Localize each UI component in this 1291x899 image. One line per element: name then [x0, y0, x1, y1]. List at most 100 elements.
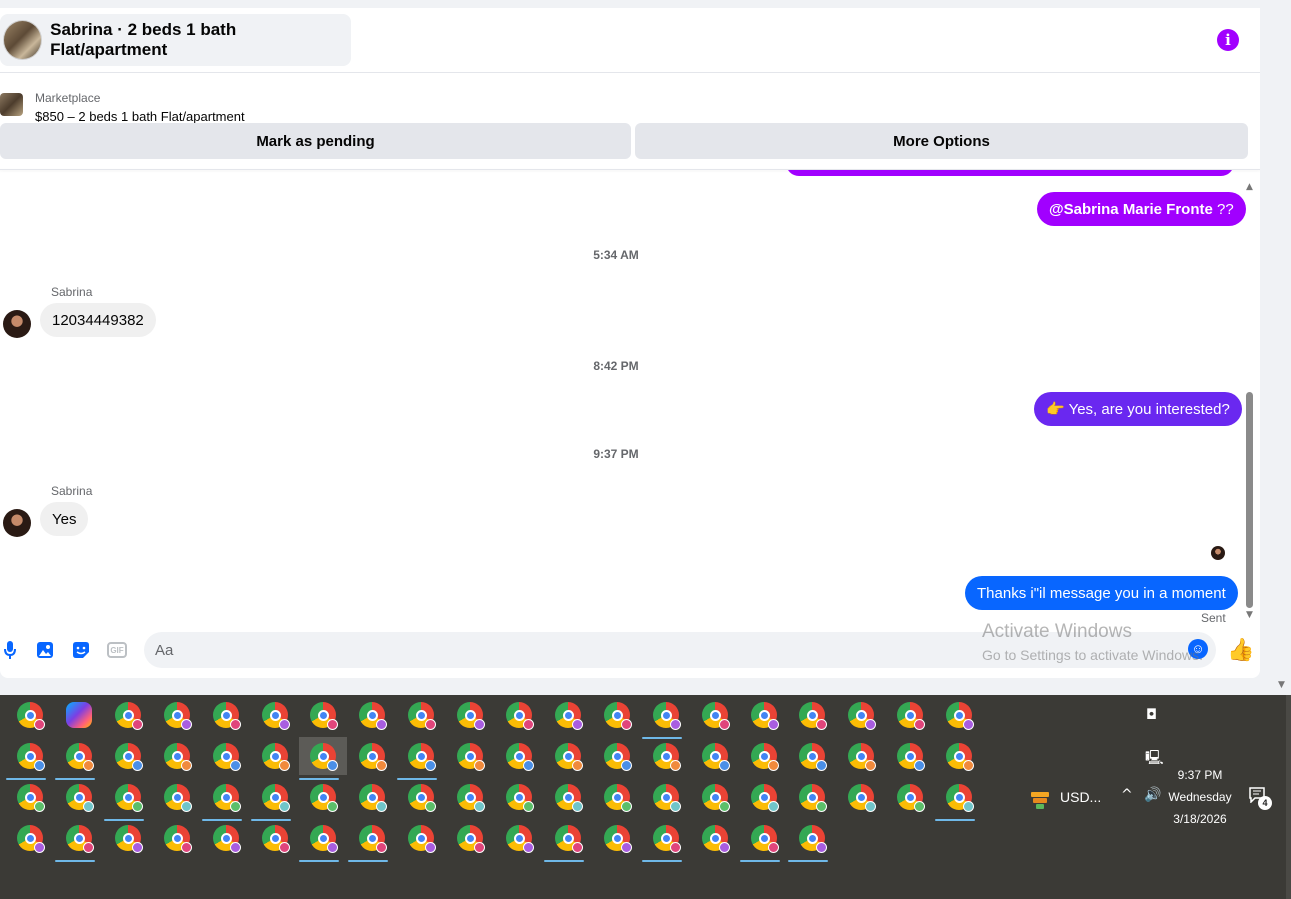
chrome-icon[interactable] [408, 825, 436, 853]
chrome-icon[interactable] [946, 702, 974, 730]
chrome-icon[interactable] [653, 743, 681, 771]
chrome-icon[interactable] [604, 825, 632, 853]
chrome-icon[interactable] [359, 743, 387, 771]
chrome-icon[interactable] [897, 702, 925, 730]
chrome-icon[interactable] [299, 743, 339, 780]
message-input[interactable] [155, 632, 1175, 668]
camera-icon[interactable]: ◘ [1146, 707, 1157, 723]
chrome-icon[interactable] [55, 743, 95, 780]
chrome-icon[interactable] [799, 702, 827, 730]
chrome-icon[interactable] [702, 702, 730, 730]
chrome-icon[interactable] [251, 784, 291, 821]
chrome-icon[interactable] [740, 825, 780, 862]
message-bubble-outgoing[interactable]: Thanks i"il message you in a moment [965, 576, 1238, 610]
clock-day[interactable]: Wednesday [1165, 790, 1235, 804]
clock-time[interactable]: 9:37 PM [1165, 768, 1235, 782]
chrome-icon[interactable] [202, 784, 242, 821]
message-scrollbar[interactable]: ▲ ▼ [1243, 178, 1255, 628]
chrome-icon[interactable] [848, 702, 876, 730]
info-icon[interactable]: i [1217, 29, 1239, 51]
page-scroll-down-arrow-icon[interactable]: ▼ [1278, 680, 1285, 690]
chrome-icon[interactable] [17, 784, 45, 812]
chrome-icon[interactable] [164, 784, 192, 812]
scroll-down-arrow-icon[interactable]: ▼ [1246, 610, 1253, 620]
chrome-icon[interactable] [310, 702, 338, 730]
message-bubble-partial[interactable] [786, 170, 1234, 176]
chrome-icon[interactable] [642, 825, 682, 862]
message-bubble-incoming[interactable]: 12034449382 [40, 303, 156, 337]
photo-icon[interactable] [35, 640, 55, 660]
network-icon[interactable]: 🖳 [1145, 747, 1164, 771]
sender-avatar[interactable] [3, 509, 31, 537]
chrome-icon[interactable] [408, 702, 436, 730]
chrome-icon[interactable] [55, 825, 95, 862]
chrome-icon[interactable] [946, 743, 974, 771]
listing-summary[interactable]: $850 – 2 beds 1 bath Flat/apartment [35, 109, 245, 124]
sender-avatar[interactable] [3, 310, 31, 338]
chrome-icon[interactable] [359, 702, 387, 730]
chrome-icon[interactable] [653, 784, 681, 812]
chrome-icon[interactable] [213, 702, 241, 730]
chrome-icon[interactable] [506, 784, 534, 812]
chrome-icon[interactable] [604, 743, 632, 771]
chrome-icon[interactable] [17, 702, 45, 730]
scroll-up-arrow-icon[interactable]: ▲ [1246, 182, 1253, 192]
chrome-icon[interactable] [457, 825, 485, 853]
mark-as-pending-button[interactable]: Mark as pending [0, 123, 631, 159]
chrome-icon[interactable] [506, 743, 534, 771]
microphone-icon[interactable] [0, 640, 20, 660]
chrome-icon[interactable] [799, 743, 827, 771]
chrome-icon[interactable] [115, 825, 143, 853]
chrome-icon[interactable] [348, 825, 388, 862]
sticker-icon[interactable] [71, 640, 91, 660]
chevron-up-icon[interactable]: ^ [1121, 787, 1133, 803]
chrome-icon[interactable] [799, 784, 827, 812]
chrome-icon[interactable] [6, 743, 46, 780]
chrome-icon[interactable] [604, 784, 632, 812]
chrome-icon[interactable] [555, 743, 583, 771]
chrome-icon[interactable] [262, 702, 290, 730]
chrome-icon[interactable] [213, 743, 241, 771]
message-list[interactable]: @Sabrina Marie Fronte ?? 5:34 AM Sabrina… [0, 170, 1260, 630]
message-bubble-mention[interactable]: @Sabrina Marie Fronte ?? [1037, 192, 1246, 226]
gif-icon[interactable]: GIF [107, 642, 127, 658]
chrome-icon[interactable] [359, 784, 387, 812]
chrome-icon[interactable] [164, 825, 192, 853]
chrome-icon[interactable] [299, 825, 339, 862]
chrome-icon[interactable] [457, 784, 485, 812]
chrome-icon[interactable] [702, 784, 730, 812]
copilot-icon[interactable] [66, 702, 92, 728]
message-bubble-outgoing[interactable]: 👉 Yes, are you interested? [1034, 392, 1242, 426]
chrome-icon[interactable] [506, 702, 534, 730]
chrome-icon[interactable] [848, 784, 876, 812]
chrome-icon[interactable] [897, 784, 925, 812]
chrome-icon[interactable] [848, 743, 876, 771]
chrome-icon[interactable] [262, 743, 290, 771]
chrome-icon[interactable] [555, 702, 583, 730]
chrome-icon[interactable] [702, 825, 730, 853]
chrome-icon[interactable] [544, 825, 584, 862]
chrome-icon[interactable] [457, 743, 485, 771]
chrome-icon[interactable] [457, 702, 485, 730]
chrome-icon[interactable] [66, 784, 94, 812]
thumbs-up-icon[interactable]: 👍 [1227, 638, 1254, 663]
chrome-icon[interactable] [262, 825, 290, 853]
chrome-icon[interactable] [506, 825, 534, 853]
emoji-icon[interactable]: ☺ [1188, 639, 1208, 659]
chrome-icon[interactable] [164, 702, 192, 730]
chrome-icon[interactable] [788, 825, 828, 862]
chrome-icon[interactable] [115, 702, 143, 730]
chrome-icon[interactable] [213, 825, 241, 853]
currency-widget[interactable]: USD... [1060, 789, 1101, 805]
volume-icon[interactable]: 🔊 [1144, 787, 1161, 803]
chrome-icon[interactable] [751, 743, 779, 771]
chrome-icon[interactable] [115, 743, 143, 771]
chrome-icon[interactable] [642, 702, 682, 739]
chrome-icon[interactable] [104, 784, 144, 821]
scrollbar-thumb[interactable] [1246, 392, 1253, 608]
chrome-icon[interactable] [397, 743, 437, 780]
chrome-icon[interactable] [17, 825, 45, 853]
chrome-icon[interactable] [555, 784, 583, 812]
conversation-title-button[interactable]: Sabrina · 2 beds 1 bath Flat/apartment [0, 14, 351, 66]
chrome-icon[interactable] [935, 784, 975, 821]
